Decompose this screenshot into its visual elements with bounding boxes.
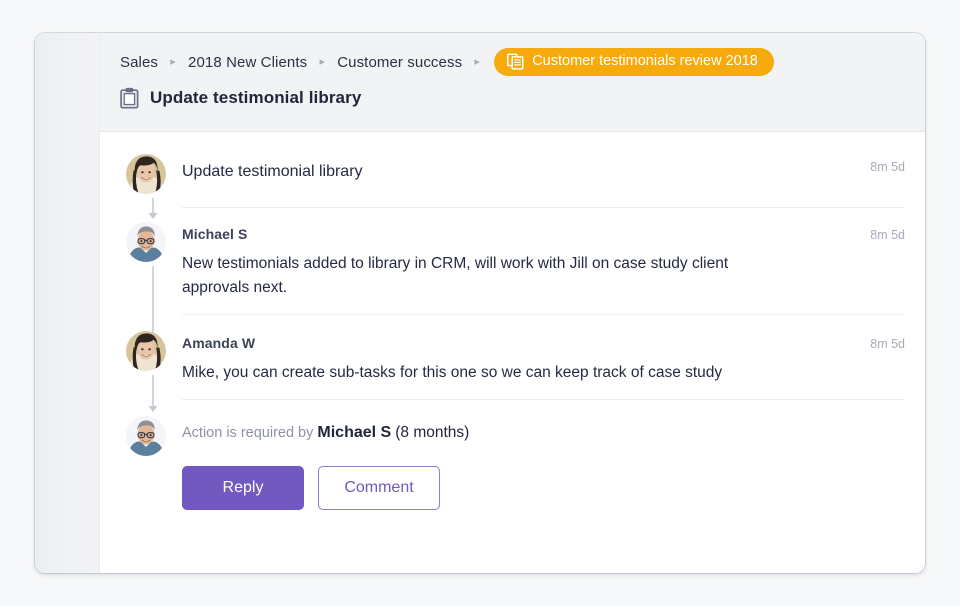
breadcrumb-badge-label: Customer testimonials review 2018	[532, 53, 758, 70]
breadcrumb: Sales ▸ 2018 New Clients ▸ Customer succ…	[100, 33, 925, 91]
reply-button[interactable]: Reply	[182, 466, 304, 511]
thread-item: Update testimonial library 8m 5d	[120, 154, 905, 219]
comment-body: New testimonials added to library in CRM…	[182, 255, 729, 297]
breadcrumb-item-2018-new-clients[interactable]: 2018 New Clients	[188, 54, 307, 71]
documents-icon	[507, 53, 524, 70]
chevron-right-icon: ▸	[170, 55, 176, 68]
task-detail-card: Sales ▸ 2018 New Clients ▸ Customer succ…	[35, 33, 925, 573]
card-left-rail	[35, 33, 100, 573]
thread-gutter	[120, 221, 182, 343]
breadcrumb-item-customer-success[interactable]: Customer success	[337, 54, 462, 71]
thread-connector-arrow	[146, 198, 160, 222]
avatar[interactable]	[126, 330, 166, 371]
thread-item-header: Michael S 8m 5d	[182, 222, 905, 244]
comment-author: Michael S	[182, 225, 248, 242]
avatar[interactable]	[126, 221, 166, 262]
thread-panel: Update testimonial library 8m 5d Michael…	[100, 132, 925, 573]
action-required-block: Action is required by Michael S (8 month…	[182, 416, 905, 530]
timestamp: 8m 5d	[870, 227, 905, 242]
chevron-right-icon: ▸	[474, 55, 480, 68]
thread-connector-arrow	[146, 374, 160, 415]
breadcrumb-item-sales[interactable]: Sales	[120, 54, 158, 71]
card-header: Sales ▸ 2018 New Clients ▸ Customer succ…	[100, 33, 925, 132]
chevron-right-icon: ▸	[319, 55, 325, 68]
thread-item: Amanda W 8m 5d Mike, you can create sub-…	[120, 330, 905, 412]
timestamp: 8m 5d	[870, 336, 905, 351]
comment-body: Mike, you can create sub-tasks for this …	[182, 364, 723, 382]
thread-item-header: Amanda W 8m 5d	[182, 331, 905, 353]
comment-button[interactable]: Comment	[318, 466, 440, 511]
card-main: Sales ▸ 2018 New Clients ▸ Customer succ…	[100, 33, 925, 573]
action-required-duration: (8 months)	[395, 424, 470, 442]
action-required-prefix: Action is required by	[182, 425, 314, 442]
thread-gutter	[120, 330, 182, 412]
timestamp: 8m 5d	[870, 160, 905, 174]
thread-item: Action is required by Michael S (8 month…	[120, 416, 905, 530]
thread-item-header: Update testimonial library 8m 5d	[182, 154, 905, 183]
thread-gutter	[120, 416, 182, 457]
thread-item-content: Michael S 8m 5d New testimonials added t…	[182, 222, 905, 315]
page-title: Update testimonial library	[150, 88, 362, 107]
breadcrumb-badge-current[interactable]: Customer testimonials review 2018	[494, 48, 774, 76]
thread-item: Michael S 8m 5d New testimonials added t…	[120, 221, 905, 343]
task-title-text: Update testimonial library	[182, 163, 363, 180]
action-buttons: Reply Comment	[182, 444, 905, 516]
thread-item-content: Amanda W 8m 5d Mike, you can create sub-…	[182, 331, 905, 401]
avatar[interactable]	[126, 416, 166, 457]
clipboard-icon	[120, 87, 139, 109]
avatar[interactable]	[126, 154, 166, 194]
action-required-line: Action is required by Michael S (8 month…	[182, 416, 905, 444]
comment-author: Amanda W	[182, 334, 256, 351]
action-required-person: Michael S	[317, 424, 392, 442]
thread-list: Update testimonial library 8m 5d Michael…	[120, 154, 905, 530]
thread-gutter	[120, 154, 182, 219]
thread-item-content: Update testimonial library 8m 5d	[182, 154, 905, 208]
page-title-row: Update testimonial library	[100, 87, 925, 131]
screen: Sales ▸ 2018 New Clients ▸ Customer succ…	[0, 0, 960, 606]
